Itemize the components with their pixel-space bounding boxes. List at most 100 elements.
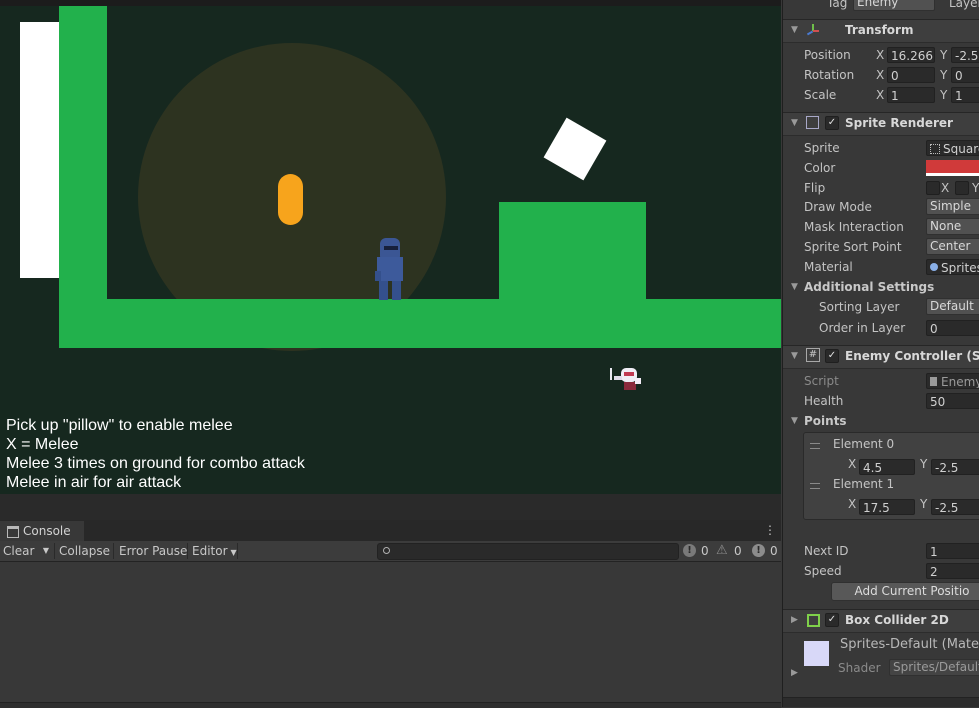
position-x-field[interactable]: 16.2661 [887,47,935,63]
drag-handle-icon[interactable] [810,443,820,449]
green-platform [499,202,646,302]
element-0-y-field[interactable]: -2.5 [931,459,979,475]
next-id-label: Next ID [804,544,849,558]
points-label: Points [804,414,847,428]
box-collider-header[interactable]: ▶ ✓ Box Collider 2D [783,609,979,633]
fold-right-arrow-icon[interactable]: ▶ [791,668,798,678]
game-view-footer [0,494,781,520]
element-1-y-value: -2.5 [935,501,959,515]
sort-point-row: Sprite Sort Point Center [783,237,979,257]
flip-x-checkbox[interactable] [926,181,940,195]
console-toolbar: Clear ▼ Collapse Error Pause Editor ▼ ! 0… [0,541,781,562]
box-collider-enabled-checkbox[interactable]: ✓ [825,613,839,627]
sprite-renderer-enabled-checkbox[interactable]: ✓ [825,116,839,130]
element-1-x-value: 17.5 [863,501,890,515]
speed-field[interactable]: 2 [926,563,979,579]
kebab-menu-icon[interactable]: ⋮ [764,523,776,539]
sorting-layer-value: Default [930,299,974,313]
error-pause-toggle[interactable]: Error Pause [119,541,187,561]
script-hash-icon: # [806,348,820,362]
console-tab-bar: Console ⋮ [0,520,781,542]
element-name: Element 0 [833,437,895,451]
rotation-x-field[interactable]: 0 [887,67,935,83]
sprite-renderer-header[interactable]: ▼ ✓ Sprite Renderer [783,112,979,136]
additional-settings-row[interactable]: ▼ Additional Settings [783,277,979,297]
sprite-field[interactable]: Square [926,140,979,156]
draw-mode-label: Draw Mode [804,200,872,214]
flip-y-checkbox[interactable] [955,181,969,195]
order-in-layer-field[interactable]: 0 [926,320,979,336]
sprite-row: Sprite Square [783,138,979,158]
material-value: Sprites [941,261,979,275]
additional-settings-label: Additional Settings [804,280,935,294]
material-field[interactable]: Sprites [926,259,979,275]
sort-point-dropdown[interactable]: Center [926,238,979,255]
element-1-x-field[interactable]: 17.5 [859,499,915,515]
info-icon: ! [683,544,696,557]
enemy-controller-enabled-checkbox[interactable]: ✓ [825,349,839,363]
chevron-down-icon: ▼ [42,546,50,555]
clear-label: Clear [3,544,35,558]
warning-count: 0 [734,544,742,558]
axis-x-label: X [876,48,885,62]
fold-right-arrow-icon: ▶ [791,615,798,625]
scale-x-field[interactable]: 1 [887,87,935,103]
green-left-pillar [59,6,107,348]
console-log-area [0,562,781,702]
sorting-layer-dropdown[interactable]: Default [926,298,979,315]
clear-button[interactable]: Clear [3,541,34,561]
editor-label: Editor [192,544,228,558]
material-sphere-icon [930,263,938,271]
console-search-input[interactable] [377,543,679,560]
position-y-value: -2.5 [955,49,979,63]
sort-point-value: Center [930,239,971,253]
scale-y-field[interactable]: 1 [951,87,979,103]
collapse-toggle[interactable]: Collapse [59,541,110,561]
list-item: Element 1 X 17.5 Y -2.5 [804,475,979,515]
fold-arrow-icon: ▼ [791,25,798,35]
game-view: Pick up "pillow" to enable melee X = Mel… [0,0,781,520]
console-icon [7,526,19,538]
points-row[interactable]: ▼ Points [783,411,979,431]
speed-label: Speed [804,564,842,578]
add-current-position-button[interactable]: Add Current Positio [831,582,979,601]
error-count: 0 [770,544,778,558]
white-square [543,117,607,181]
shader-dropdown[interactable]: Sprites/Default [889,659,979,676]
health-field[interactable]: 50 [926,393,979,409]
enemy-controller-header[interactable]: ▼ # ✓ Enemy Controller (Scrip [783,345,979,369]
tutorial-line-2: X = Melee [6,436,79,453]
tab-console[interactable]: Console [0,521,84,541]
scale-x-value: 1 [891,89,899,103]
mask-interaction-dropdown[interactable]: None [926,218,979,235]
sprite-label: Sprite [804,141,840,155]
inspector-panel: Tag Enemy Layer ▼ Transform Position X 1… [782,0,979,707]
position-y-field[interactable]: -2.5 [951,47,979,63]
color-swatch[interactable] [926,160,979,176]
draw-mode-dropdown[interactable]: Simple [926,198,979,215]
drag-handle-icon[interactable] [810,483,820,489]
rotation-row: Rotation X 0 Y 0 [783,65,979,85]
editor-dropdown[interactable]: Editor ▼ [192,541,237,561]
transform-header[interactable]: ▼ Transform [783,19,979,43]
inspector-bottom-border [783,697,979,707]
script-field: Enemy [926,373,979,389]
next-id-value: 1 [930,545,938,559]
rotation-y-field[interactable]: 0 [951,67,979,83]
tutorial-line-1: Pick up "pillow" to enable melee [6,417,233,434]
sorting-layer-row: Sorting Layer Default [783,297,979,317]
error-icon: ! [752,544,765,557]
element-0-x-field[interactable]: 4.5 [859,459,915,475]
position-row: Position X 16.2661 Y -2.5 [783,45,979,65]
tag-dropdown[interactable]: Enemy [853,0,935,11]
next-id-field[interactable]: 1 [926,543,979,559]
health-value: 50 [930,395,946,409]
shader-label: Shader [838,661,881,675]
axis-y-label: Y [940,48,948,62]
fold-arrow-icon: ▼ [791,118,798,128]
element-1-y-field[interactable]: -2.5 [931,499,979,515]
material-section: Sprites-Default (Mater Shader Sprites/De… [783,633,979,693]
clear-options-dropdown[interactable]: ▼ [38,541,54,561]
script-row: Script Enemy [783,371,979,391]
color-row: Color [783,158,979,178]
